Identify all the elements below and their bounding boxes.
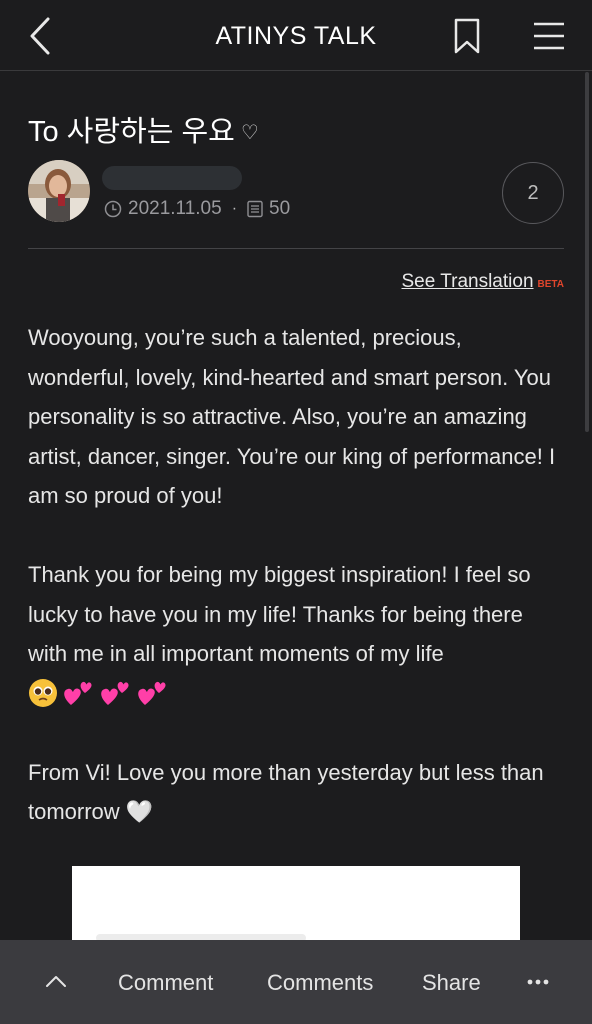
post-meta: 2021.11.05 · 50 xyxy=(104,198,290,220)
author-name-redacted xyxy=(102,166,242,190)
beta-badge: BETA xyxy=(537,279,564,290)
bookmark-button[interactable] xyxy=(452,18,482,54)
paragraph-1: Wooyoung, you’re such a talented, precio… xyxy=(28,325,556,508)
clock-icon xyxy=(104,200,122,218)
two-hearts-emoji-icon xyxy=(101,682,129,706)
comment-button[interactable]: Comment xyxy=(118,970,213,996)
menu-button[interactable] xyxy=(532,20,566,52)
avatar[interactable] xyxy=(28,160,90,222)
scrollbar[interactable] xyxy=(585,72,589,432)
share-button[interactable]: Share xyxy=(422,970,481,996)
top-bar: ATINYS TALK xyxy=(0,0,592,71)
paragraph-3: From Vi! Love you more than yesterday bu… xyxy=(28,759,544,825)
emoji-line xyxy=(28,674,568,714)
view-count: 50 xyxy=(269,198,291,219)
comments-button[interactable]: Comments xyxy=(267,970,373,996)
page-title: ATINYS TALK xyxy=(215,22,377,50)
paragraph-2: Thank you for being my biggest inspirati… xyxy=(28,562,531,666)
post-title-text: To 사랑하는 우요 xyxy=(28,116,235,148)
see-translation-link[interactable]: See Translation xyxy=(401,271,533,293)
two-hearts-emoji-icon xyxy=(138,682,166,706)
pleading-face-emoji-icon xyxy=(29,679,57,708)
bookmark-icon xyxy=(454,18,480,54)
views-icon xyxy=(247,200,263,218)
post-content: Wooyoung, you’re such a talented, precio… xyxy=(28,318,568,832)
translation-control: See Translation BETA xyxy=(401,271,564,293)
post-title: To 사랑하는 우요 ♡ xyxy=(28,108,259,150)
separator-dot: · xyxy=(231,200,238,217)
comment-count-button[interactable]: 2 xyxy=(502,162,564,224)
scroll-top-button[interactable] xyxy=(40,966,72,998)
chevron-up-icon xyxy=(46,976,66,987)
two-hearts-emoji-icon xyxy=(64,682,92,706)
divider xyxy=(28,248,564,249)
more-dots-icon xyxy=(527,979,549,985)
comment-count: 2 xyxy=(527,181,539,204)
heart-icon[interactable]: ♡ xyxy=(241,122,259,144)
hamburger-menu-icon xyxy=(534,22,564,50)
post-date: 2021.11.05 xyxy=(128,198,222,219)
bottom-action-bar: Comment Comments Share xyxy=(0,940,592,1024)
more-button[interactable] xyxy=(522,970,554,994)
